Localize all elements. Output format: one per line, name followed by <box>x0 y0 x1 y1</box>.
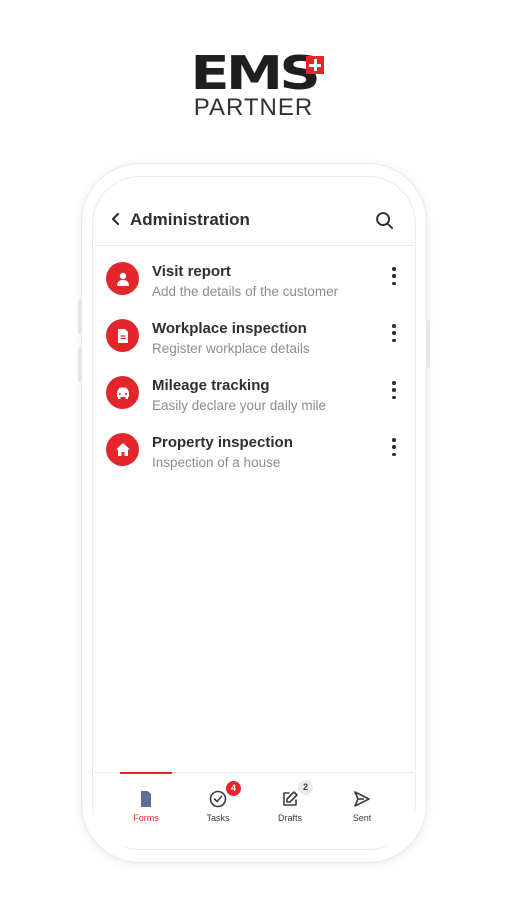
item-title: Visit report <box>152 263 231 280</box>
user-icon <box>106 262 139 295</box>
edit-icon <box>283 791 298 806</box>
app-screen: Administration Visit report Add the deta… <box>94 190 414 846</box>
drafts-badge: 2 <box>298 780 313 795</box>
phone-volume-down-button <box>78 348 82 382</box>
tab-label: Sent <box>352 813 372 823</box>
item-subtitle: Add the details of the customer <box>152 284 339 299</box>
swiss-cross-icon <box>306 56 325 74</box>
item-subtitle: Register workplace details <box>152 341 310 356</box>
search-icon[interactable] <box>375 211 394 230</box>
more-options-icon[interactable] <box>388 323 400 343</box>
more-options-icon[interactable] <box>388 437 400 457</box>
check-circle-icon <box>209 790 227 808</box>
chevron-left-icon[interactable] <box>110 212 122 226</box>
ems-logo-mark: EMS <box>190 50 325 96</box>
forms-list: Visit report Add the details of the cust… <box>94 252 414 480</box>
tab-drafts[interactable]: 2 Drafts <box>254 773 326 833</box>
more-options-icon[interactable] <box>388 380 400 400</box>
list-item-visit-report[interactable]: Visit report Add the details of the cust… <box>94 252 414 309</box>
bottom-nav: Forms 4 Tasks 2 Drafts Sent <box>94 772 414 846</box>
forms-icon <box>141 791 151 807</box>
item-title: Mileage tracking <box>152 377 270 394</box>
list-item-workplace-inspection[interactable]: Workplace inspection Register workplace … <box>94 309 414 366</box>
tasks-badge: 4 <box>226 781 241 796</box>
tab-tasks[interactable]: 4 Tasks <box>182 773 254 833</box>
house-icon <box>106 433 139 466</box>
item-subtitle: Inspection of a house <box>152 455 281 470</box>
tab-sent[interactable]: Sent <box>326 773 398 833</box>
list-item-property-inspection[interactable]: Property inspection Inspection of a hous… <box>94 423 414 480</box>
logo-text: EMS <box>190 46 320 100</box>
car-icon <box>106 376 139 409</box>
app-header: Administration <box>94 190 414 246</box>
list-item-mileage-tracking[interactable]: Mileage tracking Easily declare your dai… <box>94 366 414 423</box>
more-options-icon[interactable] <box>388 266 400 286</box>
document-icon <box>106 319 139 352</box>
phone-volume-up-button <box>78 300 82 334</box>
tab-forms[interactable]: Forms <box>110 773 182 833</box>
item-subtitle: Easily declare your daily mile <box>152 398 327 413</box>
phone-side-button <box>426 320 430 368</box>
send-icon <box>354 791 370 807</box>
tab-label: Drafts <box>277 813 302 823</box>
item-title: Property inspection <box>152 434 293 451</box>
item-title: Workplace inspection <box>152 320 307 337</box>
page-title: Administration <box>130 210 250 229</box>
tab-label: Forms <box>133 813 159 823</box>
brand-logo: EMS PARTNER <box>0 50 507 122</box>
tab-label: Tasks <box>206 813 230 823</box>
